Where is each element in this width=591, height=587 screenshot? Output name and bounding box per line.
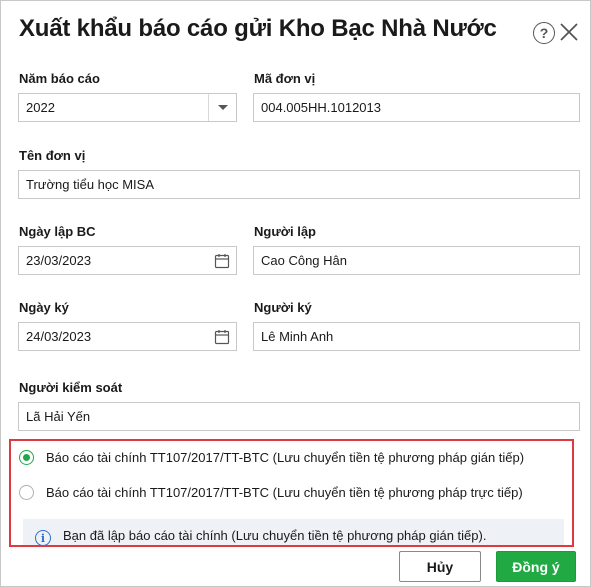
radio-option-indirect[interactable]: Báo cáo tài chính TT107/2017/TT-BTC (Lưu… xyxy=(19,447,524,467)
signer-label: Người ký xyxy=(254,300,312,315)
radio-indirect-label: Báo cáo tài chính TT107/2017/TT-BTC (Lưu… xyxy=(46,449,525,465)
year-value: 2022 xyxy=(26,100,55,115)
info-icon: i xyxy=(35,530,51,545)
report-options-group: Báo cáo tài chính TT107/2017/TT-BTC (Lưu… xyxy=(9,439,574,547)
unit-code-field[interactable]: 004.005HH.1012013 xyxy=(253,93,580,122)
unit-code-label: Mã đơn vị xyxy=(254,71,316,86)
radio-option-direct[interactable]: Báo cáo tài chính TT107/2017/TT-BTC (Lưu… xyxy=(19,482,523,502)
radio-direct[interactable] xyxy=(19,484,34,500)
info-message: i Bạn đã lập báo cáo tài chính (Lưu chuy… xyxy=(23,519,564,545)
controller-value: Lã Hải Yến xyxy=(26,409,91,424)
radio-direct-label: Báo cáo tài chính TT107/2017/TT-BTC (Lưu… xyxy=(46,484,523,500)
year-select[interactable]: 2022 xyxy=(18,93,237,122)
calendar-icon[interactable] xyxy=(214,253,230,269)
signer-value: Lê Minh Anh xyxy=(261,329,334,344)
help-icon[interactable]: ? xyxy=(533,22,555,44)
close-icon[interactable] xyxy=(558,20,580,44)
sign-date-value: 24/03/2023 xyxy=(26,329,92,344)
radio-indirect[interactable] xyxy=(19,449,34,465)
year-label: Năm báo cáo xyxy=(19,71,100,86)
controller-label: Người kiểm soát xyxy=(19,380,123,395)
report-date-label: Ngày lập BC xyxy=(19,224,96,239)
controller-field[interactable]: Lã Hải Yến xyxy=(18,402,580,431)
unit-code-value: 004.005HH.1012013 xyxy=(261,100,381,115)
signer-field[interactable]: Lê Minh Anh xyxy=(253,322,580,351)
preparer-field[interactable]: Cao Công Hân xyxy=(253,246,580,275)
report-date-value: 23/03/2023 xyxy=(26,253,92,268)
sign-date-field[interactable]: 24/03/2023 xyxy=(18,322,237,351)
calendar-icon[interactable] xyxy=(214,329,230,345)
cancel-button[interactable]: Hủy xyxy=(399,551,481,582)
unit-name-label: Tên đơn vị xyxy=(19,148,86,163)
sign-date-label: Ngày ký xyxy=(19,300,69,315)
dialog-title: Xuất khẩu báo cáo gửi Kho Bạc Nhà Nước xyxy=(19,15,497,42)
unit-name-field[interactable]: Trường tiểu học MISA xyxy=(18,170,580,199)
unit-name-value: Trường tiểu học MISA xyxy=(26,177,155,192)
preparer-label: Người lập xyxy=(254,224,316,239)
ok-button[interactable]: Đồng ý xyxy=(496,551,576,582)
info-text: Bạn đã lập báo cáo tài chính (Lưu chuyển… xyxy=(63,528,487,543)
preparer-value: Cao Công Hân xyxy=(261,253,347,268)
chevron-down-icon[interactable] xyxy=(208,94,236,121)
export-dialog: Xuất khẩu báo cáo gửi Kho Bạc Nhà Nước ?… xyxy=(0,0,591,587)
report-date-field[interactable]: 23/03/2023 xyxy=(18,246,237,275)
